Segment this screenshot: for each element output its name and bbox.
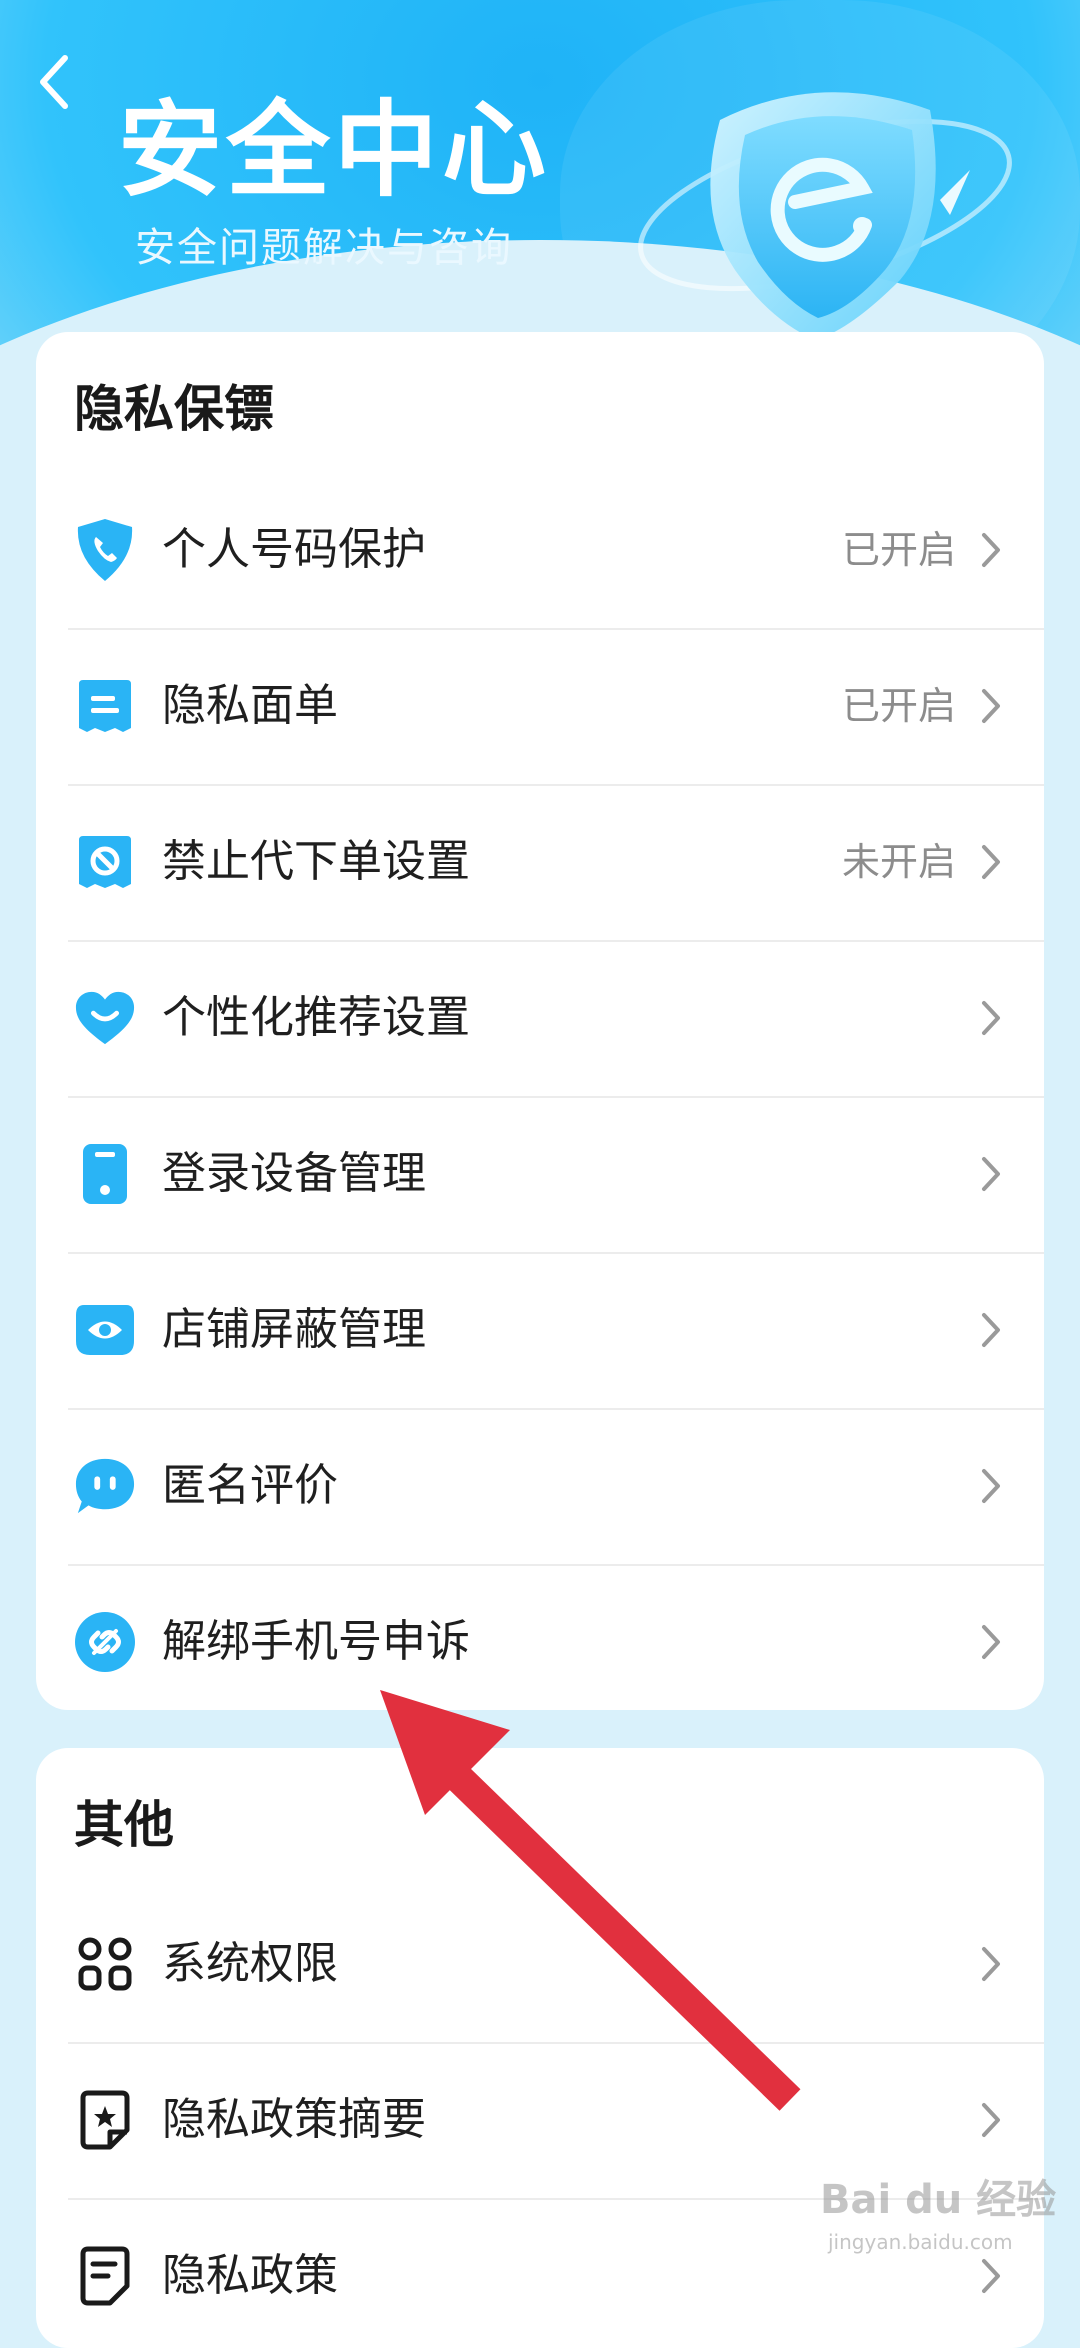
page-title: 安全中心 [118,89,551,211]
chevron-right-icon [982,1157,1000,1191]
row-privacy-policy-summary[interactable]: 隐私政策摘要 [36,2042,1044,2198]
unlink-icon [74,1611,136,1673]
divider [68,1564,1044,1566]
divider [68,2042,1044,2044]
divider [68,1408,1044,1410]
row-label: 个人号码保护 [162,524,426,575]
divider [68,1096,1044,1098]
row-label: 匿名评价 [162,1460,338,1511]
chevron-right-icon [982,689,1000,723]
row-system-permissions[interactable]: 系统权限 [36,1886,1044,2042]
chevron-right-icon [982,845,1000,879]
chat-bubble-icon [74,1455,136,1517]
row-label: 个性化推荐设置 [162,992,470,1043]
row-number-protection[interactable]: 个人号码保护 已开启 [36,472,1044,628]
status-text: 已开启 [841,528,956,572]
chevron-right-icon [982,1469,1000,1503]
row-unbind-phone-appeal[interactable]: 解绑手机号申诉 [36,1564,1044,1710]
watermark-url: jingyan.baidu.com [828,2230,1013,2254]
chevron-left-icon [40,55,68,109]
divider [68,1252,1044,1254]
row-personalized-recommendation[interactable]: 个性化推荐设置 [36,940,1044,1096]
document-icon [74,2245,136,2307]
chevron-right-icon [982,2103,1000,2137]
chevron-right-icon [982,2259,1000,2293]
page-subtitle: 安全问题解决与咨询 [135,225,513,271]
chevron-right-icon [982,533,1000,567]
row-anonymous-review[interactable]: 匿名评价 [36,1408,1044,1564]
chevron-right-icon [982,1001,1000,1035]
grid-permissions-icon [74,1933,136,1995]
row-label: 登录设备管理 [162,1148,426,1199]
row-label: 隐私面单 [162,680,338,731]
row-label: 解绑手机号申诉 [162,1616,470,1667]
eye-icon [74,1299,136,1361]
status-text: 未开启 [841,840,956,884]
back-button[interactable] [22,50,86,114]
section-title-privacy: 隐私保镖 [74,380,274,438]
watermark-logo: Bai du 经验 [820,2177,1057,2223]
divider [68,628,1044,630]
chevron-right-icon [982,1313,1000,1347]
row-label: 禁止代下单设置 [162,836,470,887]
phone-device-icon [74,1143,136,1205]
row-label: 隐私政策摘要 [162,2094,426,2145]
prohibit-icon [74,831,136,893]
row-store-block[interactable]: 店铺屏蔽管理 [36,1252,1044,1408]
row-no-proxy-order[interactable]: 禁止代下单设置 未开启 [36,784,1044,940]
divider [68,784,1044,786]
divider [68,940,1044,942]
row-label: 系统权限 [162,1938,338,1989]
document-star-icon [74,2089,136,2151]
row-label: 隐私政策 [162,2250,338,2301]
status-text: 已开启 [841,684,956,728]
row-label: 店铺屏蔽管理 [162,1304,426,1355]
section-title-other: 其他 [74,1796,174,1854]
row-privacy-waybill[interactable]: 隐私面单 已开启 [36,628,1044,784]
row-login-devices[interactable]: 登录设备管理 [36,1096,1044,1252]
chevron-right-icon [982,1625,1000,1659]
privacy-card: 隐私保镖 个人号码保护 已开启 隐私面单 已开启 禁止代下单设置 未开启 个性化… [36,332,1044,1710]
heart-smile-icon [74,987,136,1049]
receipt-icon [74,675,136,737]
other-card: 其他 系统权限 隐私政策摘要 隐私政策 [36,1748,1044,2348]
phone-shield-icon [74,519,136,581]
chevron-right-icon [982,1947,1000,1981]
security-shield-icon [638,92,1012,340]
